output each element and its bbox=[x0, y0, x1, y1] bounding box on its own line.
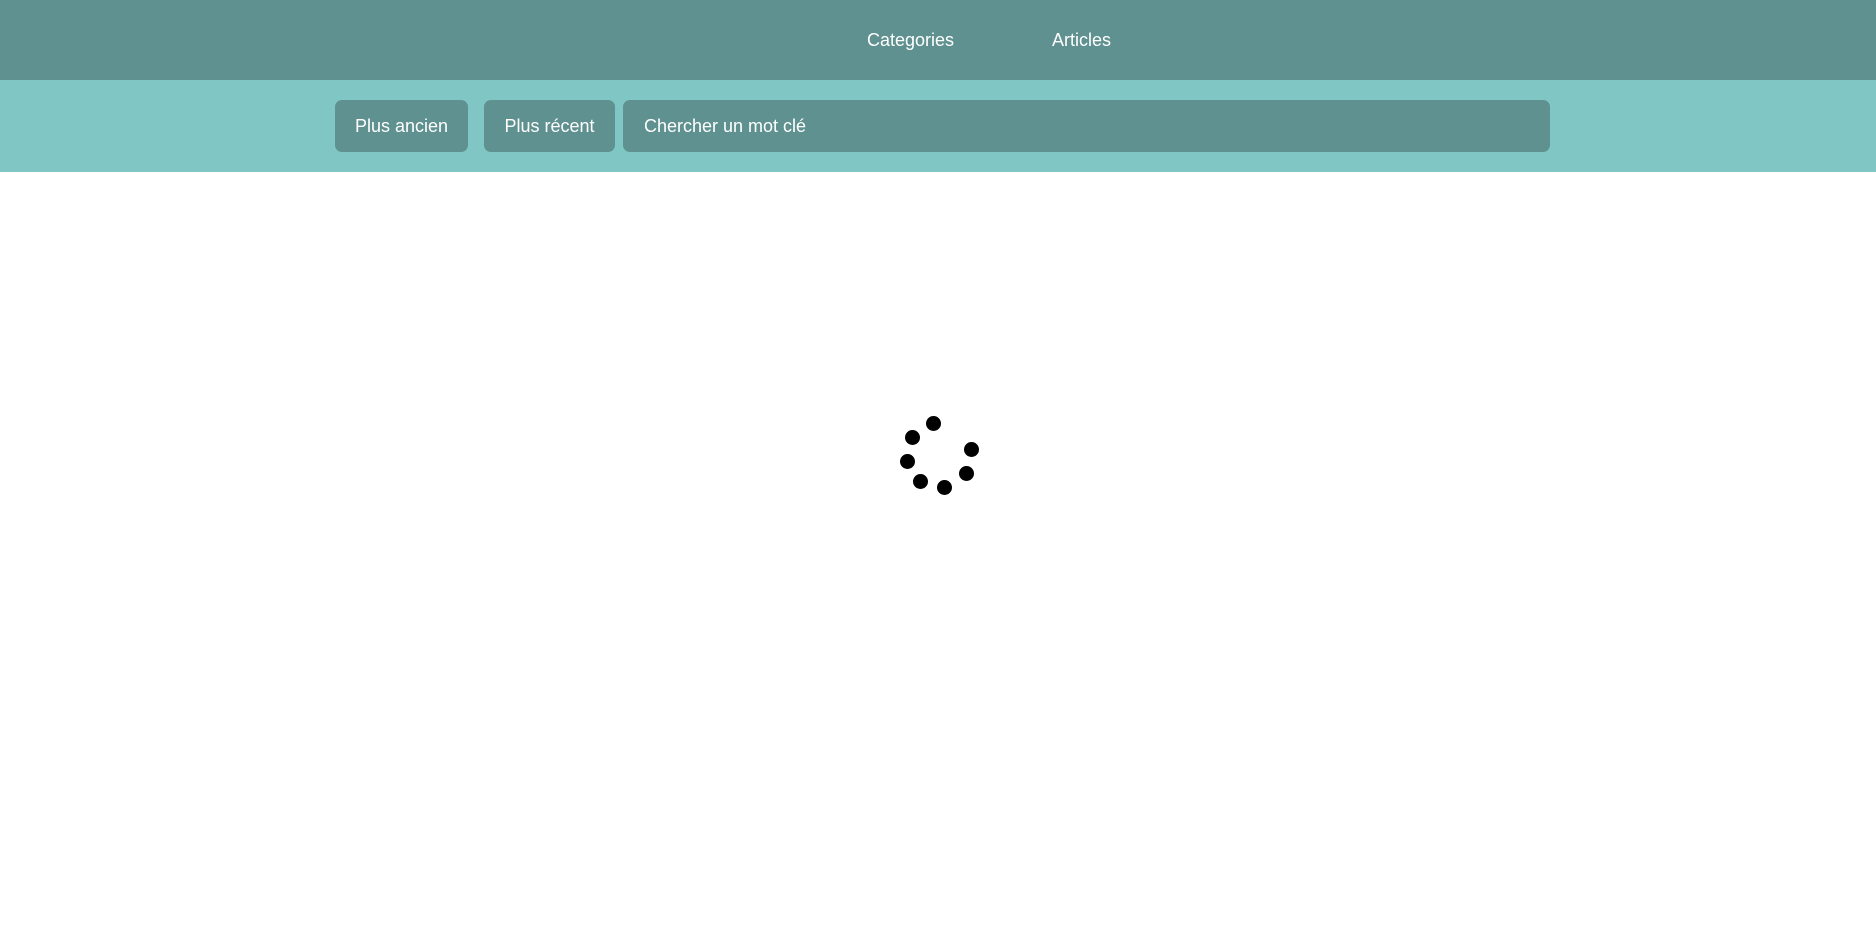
spinner-dot bbox=[926, 416, 941, 431]
nav-link-categories[interactable]: Categories bbox=[867, 29, 954, 51]
spinner-dot bbox=[959, 466, 974, 481]
spinner-dot bbox=[905, 430, 920, 445]
sort-newest-button[interactable]: Plus récent bbox=[484, 100, 615, 152]
spinner-dot bbox=[937, 480, 952, 495]
spinner-dot bbox=[964, 442, 979, 457]
spinner-dot bbox=[900, 454, 915, 469]
loading-spinner-icon bbox=[895, 413, 985, 503]
keyword-search-input[interactable] bbox=[623, 100, 1550, 152]
top-navigation-bar: Categories Articles bbox=[0, 0, 1876, 80]
nav-link-articles[interactable]: Articles bbox=[1052, 29, 1111, 51]
filter-bar: Plus ancien Plus récent bbox=[0, 80, 1876, 172]
sort-oldest-button[interactable]: Plus ancien bbox=[335, 100, 468, 152]
spinner-dot bbox=[913, 474, 928, 489]
